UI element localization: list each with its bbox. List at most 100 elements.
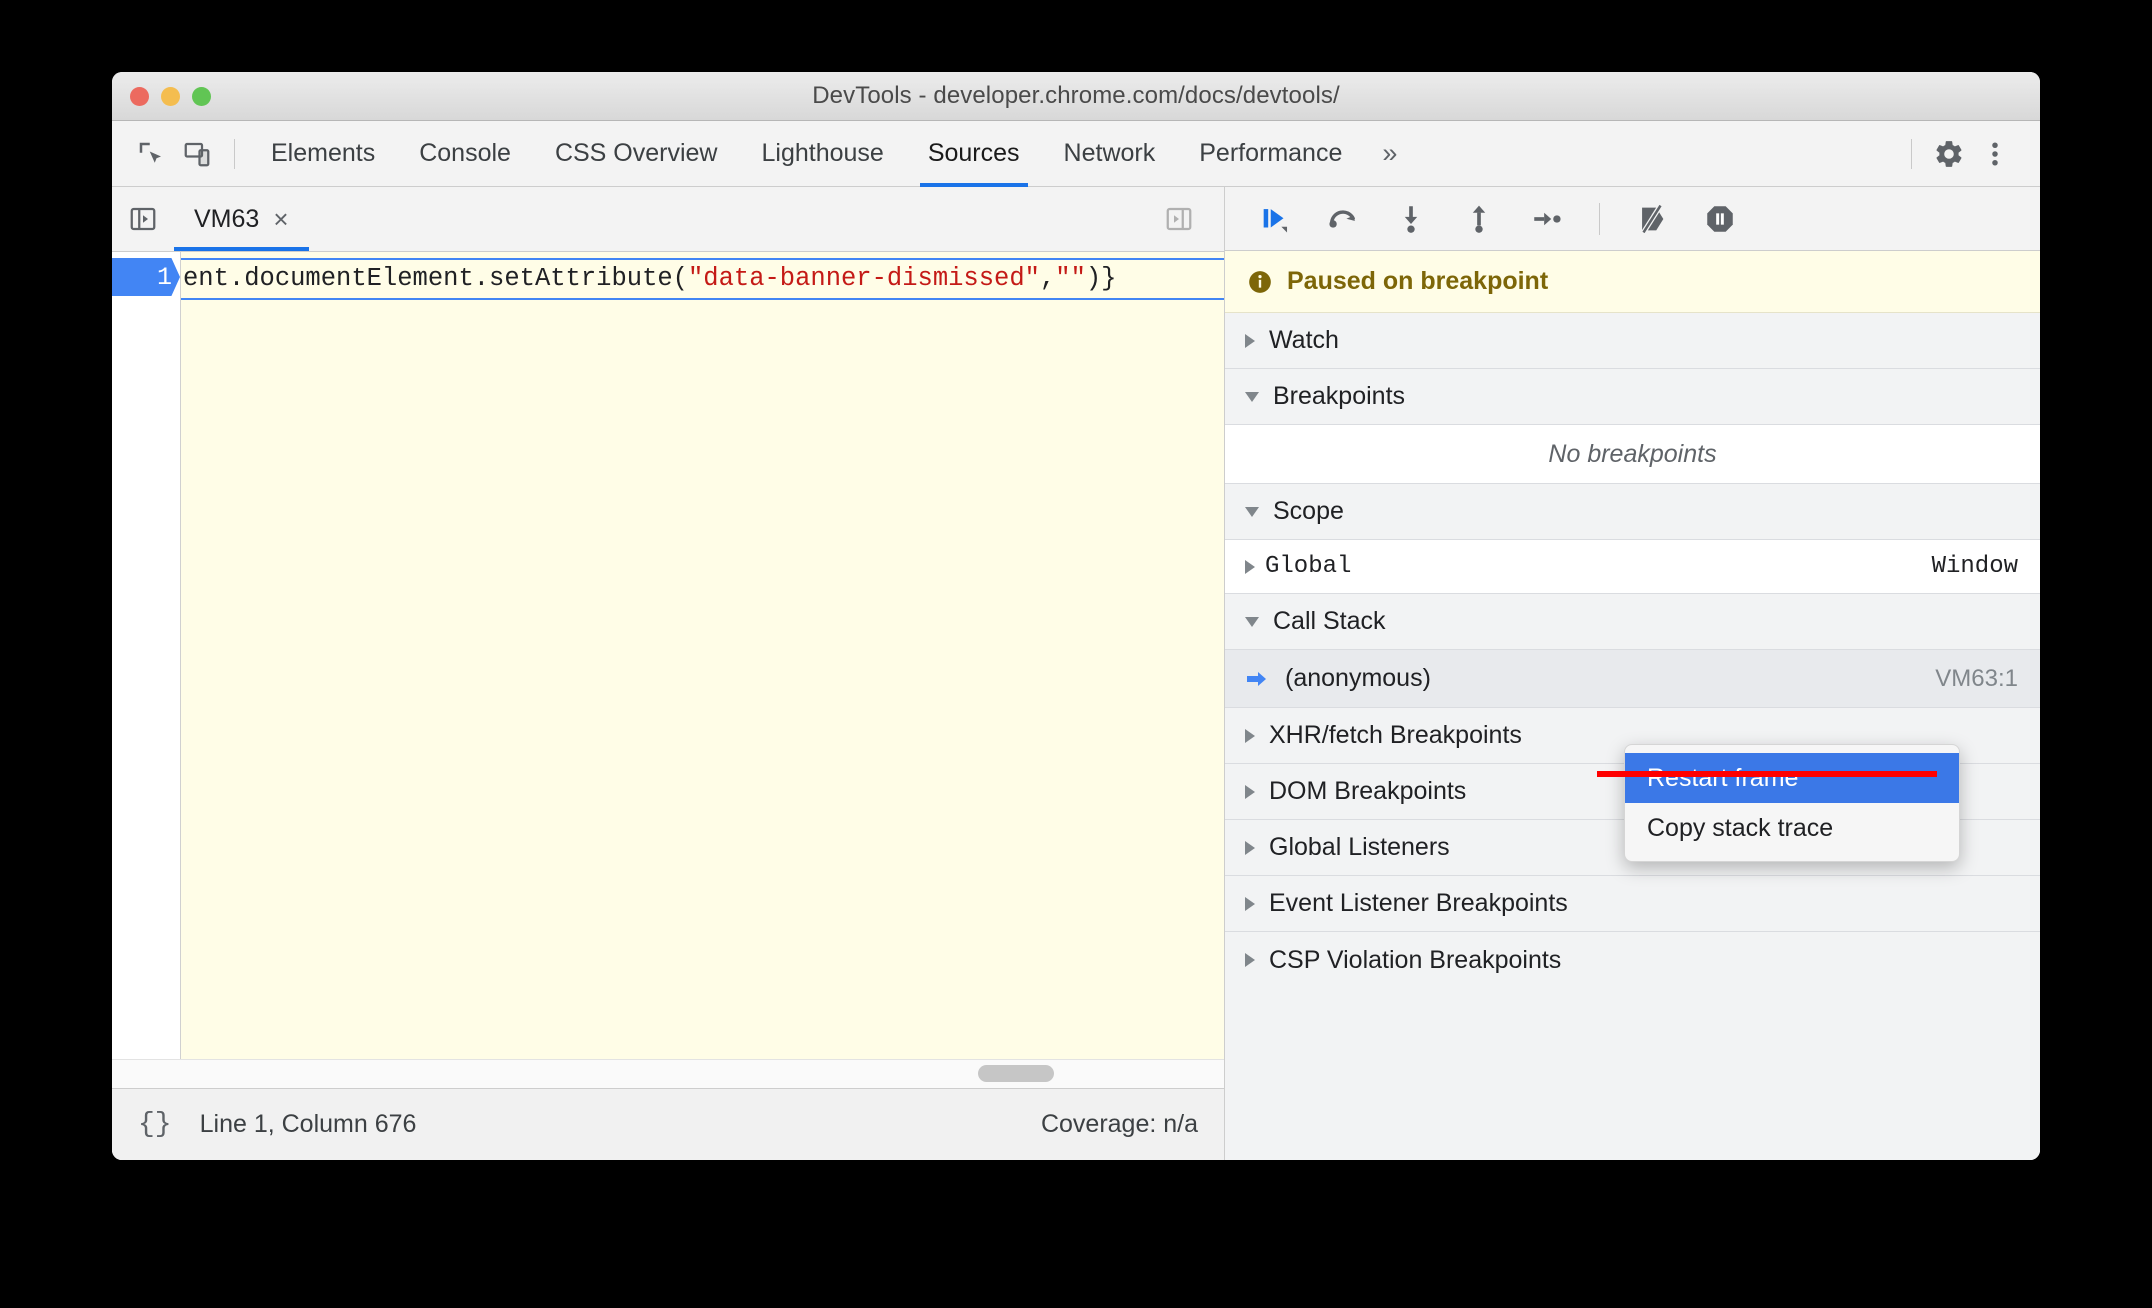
- step-over-next-function-call-icon[interactable]: [1315, 193, 1371, 245]
- chevron-right-icon: [1245, 953, 1255, 967]
- code-token-suffix: )}: [1085, 264, 1117, 293]
- tab-label: Console: [419, 139, 511, 167]
- gear-icon[interactable]: [1926, 131, 1972, 177]
- pane-call-stack[interactable]: Call Stack: [1225, 594, 2040, 650]
- more-tabs-chevron-icon[interactable]: »: [1364, 138, 1415, 169]
- devtools-main-toolbar: Elements Console CSS Overview Lighthouse…: [112, 121, 2040, 187]
- panel-tab-list: Elements Console CSS Overview Lighthouse…: [249, 121, 1415, 187]
- breakpoints-empty-message: No breakpoints: [1225, 425, 2040, 484]
- toolbar-divider-right: [1911, 138, 1912, 169]
- code-editor[interactable]: 1 ent.documentElement.setAttribute("data…: [112, 252, 1224, 1088]
- debugger-column: Paused on breakpoint Watch Breakpoints N…: [1225, 187, 2040, 1160]
- chevron-down-icon: [1245, 616, 1259, 627]
- tab-label: Performance: [1199, 139, 1343, 167]
- scrollbar-thumb[interactable]: [978, 1065, 1054, 1082]
- coverage-status: Coverage: n/a: [1040, 1110, 1198, 1138]
- editor-horizontal-scrollbar[interactable]: [112, 1059, 1224, 1088]
- line-number-1[interactable]: 1: [112, 258, 180, 296]
- step-icon[interactable]: [1519, 193, 1575, 245]
- scope-name: Global: [1265, 553, 1352, 580]
- chevron-down-icon: [1245, 391, 1259, 402]
- step-out-of-current-function-icon[interactable]: [1451, 193, 1507, 245]
- cursor-position: Line 1, Column 676: [199, 1110, 417, 1138]
- pretty-print-icon[interactable]: {}: [138, 1109, 172, 1140]
- sources-panel-body: VM63 × 1 ent.documentElement.setAttribut…: [112, 187, 2040, 1160]
- chevron-right-icon: [1245, 559, 1255, 574]
- paused-banner-text: Paused on breakpoint: [1287, 267, 1549, 295]
- show-debugger-icon[interactable]: [1156, 196, 1202, 242]
- pane-xhr-label: XHR/fetch Breakpoints: [1269, 721, 1522, 749]
- chevron-right-icon: [1245, 896, 1255, 911]
- editor-status-bar: {} Line 1, Column 676 Coverage: n/a: [112, 1088, 1224, 1160]
- tab-network[interactable]: Network: [1042, 121, 1178, 187]
- pane-watch[interactable]: Watch: [1225, 313, 2040, 369]
- info-icon: [1247, 269, 1273, 295]
- frame-name: (anonymous): [1285, 664, 1431, 692]
- debugger-toolbar: [1225, 187, 2040, 251]
- pane-csp-violation-breakpoints[interactable]: CSP Violation Breakpoints: [1225, 932, 2040, 988]
- strikethrough-annotation: [1597, 771, 1937, 777]
- tab-performance[interactable]: Performance: [1177, 121, 1364, 187]
- editor-column: VM63 × 1 ent.documentElement.setAttribut…: [112, 187, 1225, 1160]
- pane-csp-label: CSP Violation Breakpoints: [1269, 945, 1562, 974]
- toolbar-divider: [234, 138, 235, 169]
- pane-call-stack-label: Call Stack: [1273, 607, 1386, 635]
- current-frame-arrow-icon: [1245, 669, 1271, 689]
- tab-label: Sources: [927, 139, 1020, 167]
- chevron-right-icon: [1245, 728, 1255, 743]
- close-window-button[interactable]: [130, 86, 149, 106]
- pane-global-listeners-label: Global Listeners: [1269, 833, 1450, 861]
- call-stack-context-menu[interactable]: Restart frame Copy stack trace: [1624, 744, 1960, 862]
- chevron-right-icon: [1245, 840, 1255, 855]
- pane-watch-label: Watch: [1269, 326, 1339, 354]
- tab-css-overview[interactable]: CSS Overview: [533, 121, 740, 187]
- scope-value: Window: [1931, 553, 2018, 580]
- pane-dom-label: DOM Breakpoints: [1269, 777, 1467, 805]
- pane-scope[interactable]: Scope: [1225, 484, 2040, 540]
- code-token-comma: ,: [1039, 264, 1056, 293]
- file-tabs-right: [1156, 196, 1224, 242]
- call-stack-frame-anonymous[interactable]: (anonymous) VM63:1: [1225, 650, 2040, 708]
- frame-location: VM63:1: [1935, 664, 2018, 692]
- context-menu-item-restart-frame[interactable]: Restart frame: [1625, 753, 1959, 803]
- code-token-prefix: ent.documentElement.setAttribute(: [183, 264, 688, 293]
- device-toolbar-icon[interactable]: [174, 131, 220, 177]
- minimize-window-button[interactable]: [161, 86, 180, 106]
- pane-event-listener-label: Event Listener Breakpoints: [1269, 889, 1568, 917]
- three-dot-menu-icon[interactable]: [1972, 131, 2018, 177]
- paused-on-breakpoint-banner: Paused on breakpoint: [1225, 251, 2040, 313]
- pause-on-exceptions-icon[interactable]: [1692, 193, 1748, 245]
- file-tab-label: VM63: [194, 204, 260, 233]
- file-tab-strip: VM63 ×: [112, 187, 1224, 252]
- toolbar-right-actions: [1897, 131, 2040, 177]
- chevron-right-icon: [1245, 333, 1255, 348]
- tab-console[interactable]: Console: [397, 121, 533, 187]
- pane-scope-label: Scope: [1273, 497, 1344, 525]
- window-controls: [130, 72, 211, 120]
- deactivate-breakpoints-icon[interactable]: [1624, 193, 1680, 245]
- code-content-pane[interactable]: ent.documentElement.setAttribute("data-b…: [181, 252, 1224, 1059]
- close-icon[interactable]: ×: [273, 206, 288, 232]
- zoom-window-button[interactable]: [192, 86, 211, 106]
- chevron-down-icon: [1245, 506, 1259, 517]
- tab-label: Network: [1063, 139, 1156, 167]
- show-navigator-icon[interactable]: [112, 204, 174, 234]
- debugger-toolbar-divider: [1599, 202, 1600, 235]
- line-number-gutter[interactable]: 1: [112, 252, 181, 1059]
- tab-elements[interactable]: Elements: [249, 121, 397, 187]
- tab-lighthouse[interactable]: Lighthouse: [740, 121, 906, 187]
- devtools-window: DevTools - developer.chrome.com/docs/dev…: [112, 72, 2040, 1160]
- tab-label: Elements: [271, 139, 376, 167]
- inspect-element-icon[interactable]: [128, 131, 174, 177]
- file-tab-vm63[interactable]: VM63 ×: [174, 187, 309, 251]
- pane-event-listener-breakpoints[interactable]: Event Listener Breakpoints: [1225, 876, 2040, 932]
- code-line-1[interactable]: ent.documentElement.setAttribute("data-b…: [181, 258, 1224, 300]
- context-menu-item-copy-stack-trace[interactable]: Copy stack trace: [1625, 803, 1959, 853]
- code-token-string-1: "data-banner-dismissed": [687, 264, 1040, 293]
- tab-sources[interactable]: Sources: [906, 121, 1042, 187]
- pane-breakpoints[interactable]: Breakpoints: [1225, 369, 2040, 425]
- resume-script-execution-icon[interactable]: [1247, 193, 1303, 245]
- step-into-next-function-call-icon[interactable]: [1383, 193, 1439, 245]
- context-menu-label: Copy stack trace: [1647, 813, 1834, 842]
- scope-row-global[interactable]: Global Window: [1225, 540, 2040, 594]
